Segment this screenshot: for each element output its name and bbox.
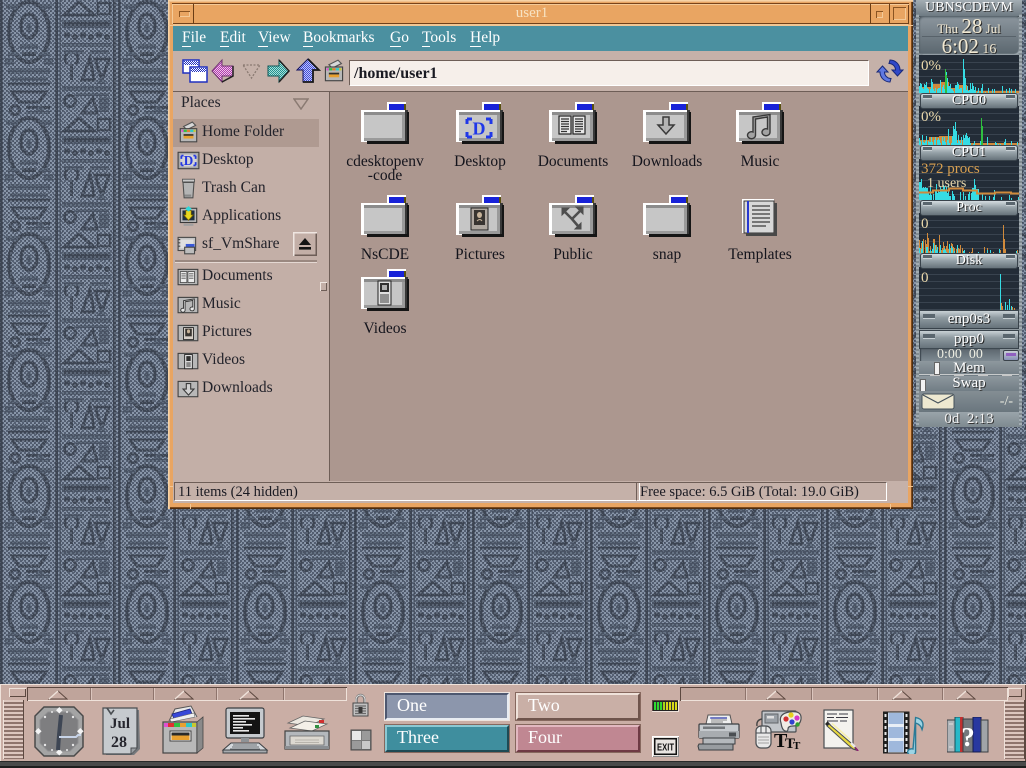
svg-text:Jul: Jul bbox=[110, 716, 130, 732]
svg-text:D: D bbox=[473, 119, 486, 139]
svg-text:0%: 0% bbox=[921, 58, 941, 74]
svg-text:T: T bbox=[793, 740, 801, 751]
svg-text:0: 0 bbox=[921, 270, 929, 286]
svg-text:1 users: 1 users bbox=[927, 176, 966, 191]
svg-text:28: 28 bbox=[111, 734, 127, 751]
svg-text:0: 0 bbox=[921, 216, 929, 232]
svg-text:?: ? bbox=[961, 722, 975, 752]
svg-text:372 procs: 372 procs bbox=[921, 161, 980, 177]
svg-text:0%: 0% bbox=[921, 109, 941, 125]
svg-text:D: D bbox=[184, 153, 193, 168]
svg-text:EXIT: EXIT bbox=[657, 742, 674, 754]
